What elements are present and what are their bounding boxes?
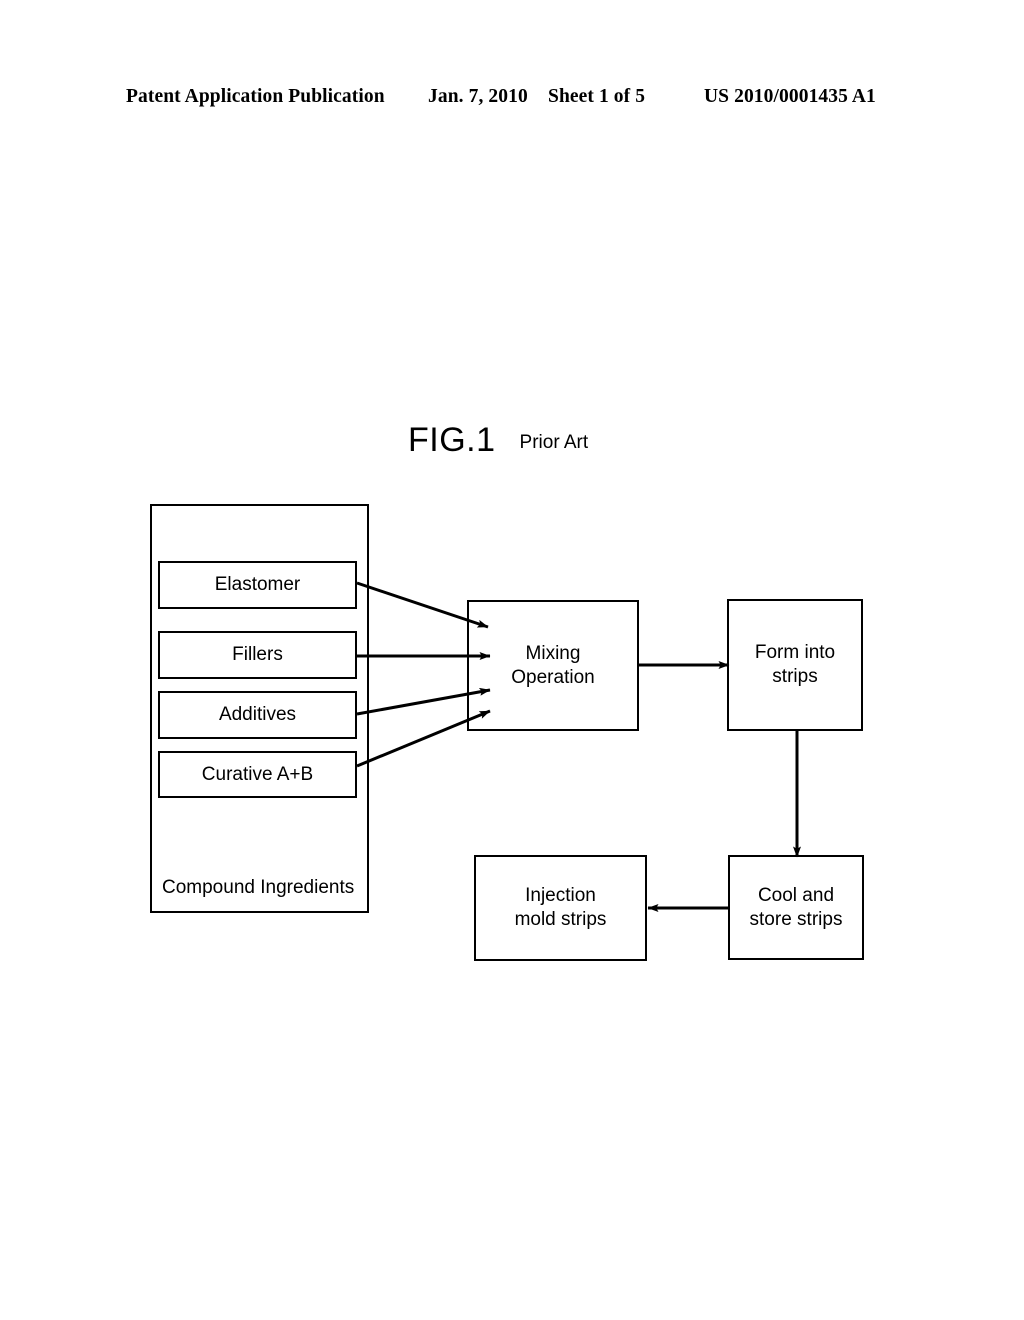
node-elastomer: Elastomer [158,561,357,609]
node-additives-label: Additives [218,704,297,726]
node-fillers-label: Fillers [232,644,283,666]
node-form-into-strips-label: Form into strips [755,641,835,689]
node-cool-line-2: store strips [749,908,843,930]
node-mixing-operation-label: Mixing Operation [511,642,594,690]
node-mixing-line-2: Operation [511,666,595,688]
node-form-line-1: Form into [754,642,836,664]
node-additives: Additives [158,691,357,739]
compound-ingredients-label: Compound Ingredients [162,877,355,898]
flowchart-diagram: Compound Ingredients Elastomer Fillers A… [0,0,1024,1320]
node-form-line-2: strips [772,666,818,687]
node-injection-mold-strips-label: Injection mold strips [515,884,607,932]
node-form-into-strips: Form into strips [727,599,863,731]
node-curative-label: Curative A+B [201,763,314,785]
node-mixing-line-1: Mixing [525,642,581,664]
node-cool-line-1: Cool and [757,884,835,906]
node-injection-mold-strips: Injection mold strips [474,855,647,961]
node-cool-and-store-strips-label: Cool and store strips [750,884,843,932]
node-injection-line-2: mold strips [514,909,607,930]
node-curative: Curative A+B [158,751,357,798]
node-injection-line-1: Injection [525,885,596,907]
node-cool-and-store-strips: Cool and store strips [728,855,864,960]
node-fillers: Fillers [158,631,357,679]
node-mixing-operation: Mixing Operation [467,600,639,731]
node-elastomer-label: Elastomer [214,574,301,596]
